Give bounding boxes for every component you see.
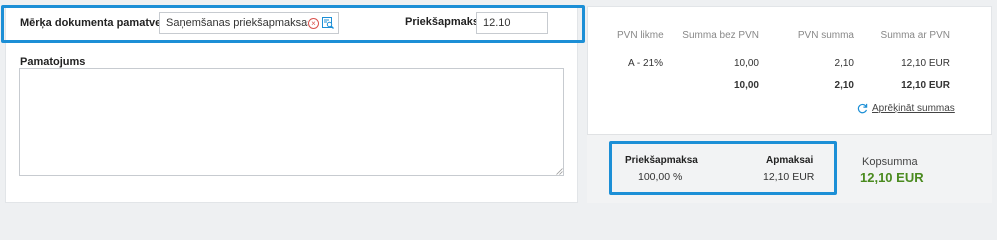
recalculate-label: Aprēķināt summas xyxy=(872,103,955,114)
recalculate-link[interactable]: Aprēķināt summas xyxy=(857,103,955,114)
vat-total-gross: 12,10 EUR xyxy=(901,80,950,91)
resize-grip-icon[interactable] xyxy=(556,168,563,175)
vat-row-gross: 12,10 EUR xyxy=(901,58,950,69)
refresh-icon xyxy=(857,103,868,114)
reason-textarea[interactable] xyxy=(19,68,564,176)
vat-total-net: 10,00 xyxy=(733,80,759,91)
vat-header-vat: PVN summa xyxy=(797,30,854,41)
highlight-frame-top xyxy=(1,5,585,43)
vat-total-vat: 2,10 xyxy=(834,80,854,91)
vat-header-gross: Summa ar PVN xyxy=(880,30,950,41)
highlight-frame-bottom xyxy=(609,141,837,195)
vat-row-vat: 2,10 xyxy=(834,58,854,69)
vat-row-net: 10,00 xyxy=(733,58,759,69)
total-label: Kopsumma xyxy=(862,156,918,168)
vat-header-rate: PVN likme xyxy=(617,30,664,41)
total-value: 12,10 EUR xyxy=(860,170,924,185)
vat-header-net: Summa bez PVN xyxy=(682,30,759,41)
reason-label: Pamatojums xyxy=(20,56,86,68)
vat-row-rate: A - 21% xyxy=(628,58,664,69)
